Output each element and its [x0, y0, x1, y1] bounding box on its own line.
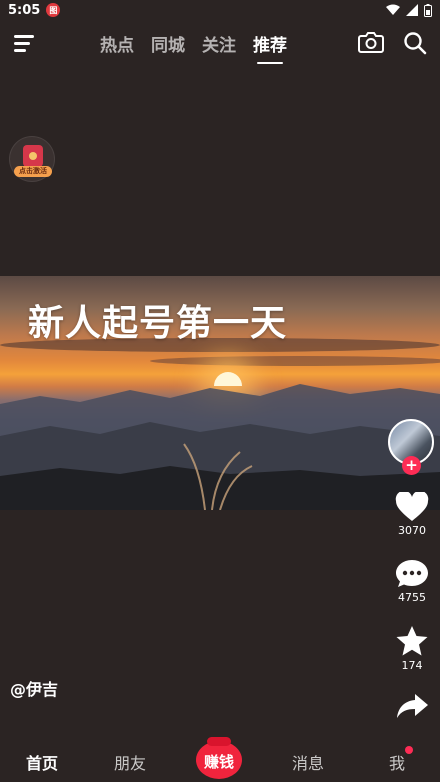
activation-label: 点击激活	[14, 166, 52, 177]
comment-button[interactable]: 4755	[390, 559, 434, 604]
status-bar: 5:05 图	[0, 0, 440, 20]
tab-following[interactable]: 关注	[202, 31, 236, 56]
red-envelope-icon	[23, 145, 43, 167]
status-time: 5:05	[8, 2, 41, 18]
menu-icon[interactable]	[14, 33, 36, 53]
comment-icon	[396, 560, 428, 587]
heart-icon	[395, 492, 429, 521]
wifi-icon	[386, 4, 400, 15]
camera-icon[interactable]	[358, 31, 384, 53]
earn-label: 赚钱	[203, 753, 234, 771]
like-count: 3070	[398, 524, 426, 537]
favorite-button[interactable]: 174	[390, 625, 434, 672]
share-button[interactable]	[390, 692, 434, 720]
star-icon	[396, 626, 428, 656]
battery-icon	[424, 3, 432, 17]
tab-hot[interactable]: 热点	[100, 31, 134, 56]
app-notification-icon: 图	[46, 3, 61, 17]
video-caption: 新人起号第一天	[28, 303, 288, 344]
author-name[interactable]: @伊吉	[10, 676, 58, 700]
top-nav: 热点 同城 关注 推荐	[0, 26, 440, 64]
share-icon	[397, 694, 428, 718]
status-icons	[386, 3, 432, 17]
signal-icon	[406, 4, 418, 16]
feed-tabs: 热点 同城 关注 推荐	[100, 31, 287, 64]
follow-button[interactable]: +	[402, 456, 421, 475]
like-button[interactable]: 3070	[390, 492, 434, 537]
nav-messages[interactable]: 消息	[292, 750, 324, 774]
favorite-count: 174	[401, 659, 423, 672]
notification-dot	[405, 746, 413, 754]
comment-count: 4755	[398, 591, 426, 604]
nav-friends[interactable]: 朋友	[114, 750, 146, 774]
tab-recommended[interactable]: 推荐	[253, 31, 287, 64]
nav-me[interactable]: 我	[389, 750, 405, 774]
activation-reward-button[interactable]: 点击激活	[9, 136, 55, 182]
search-icon[interactable]	[403, 31, 427, 55]
money-bag-knot	[207, 737, 231, 746]
earn-money-button[interactable]: 赚钱	[196, 737, 242, 779]
nav-home[interactable]: 首页	[26, 750, 58, 774]
tab-nearby[interactable]: 同城	[151, 31, 185, 56]
